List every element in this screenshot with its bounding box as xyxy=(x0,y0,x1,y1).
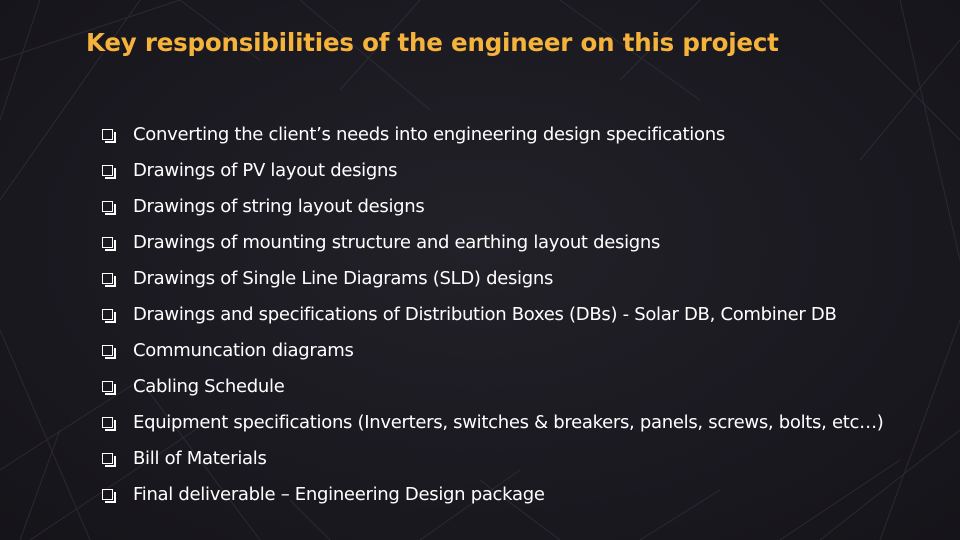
list-item: Drawings of string layout designs xyxy=(100,188,884,224)
square-checkbox-bullet-icon xyxy=(102,380,116,395)
list-item-text: Equipment specifications (Inverters, swi… xyxy=(133,411,884,433)
list-item-text: Drawings of mounting structure and earth… xyxy=(133,231,661,253)
list-item-text: Communcation diagrams xyxy=(133,339,354,361)
slide-title: Key responsibilities of the engineer on … xyxy=(86,28,779,57)
list-item: Drawings and specifications of Distribut… xyxy=(100,296,884,332)
responsibility-list: Converting the client’s needs into engin… xyxy=(100,116,884,512)
list-item: Final deliverable – Engineering Design p… xyxy=(100,476,884,512)
square-checkbox-bullet-icon xyxy=(102,272,116,287)
list-item-text: Drawings of PV layout designs xyxy=(133,159,398,181)
list-item: Converting the client’s needs into engin… xyxy=(100,116,884,152)
list-item: Equipment specifications (Inverters, swi… xyxy=(100,404,884,440)
list-item: Drawings of PV layout designs xyxy=(100,152,884,188)
list-item-text: Bill of Materials xyxy=(133,447,267,469)
square-checkbox-bullet-icon xyxy=(102,128,116,143)
list-item-text: Drawings and specifications of Distribut… xyxy=(133,303,837,325)
square-checkbox-bullet-icon xyxy=(102,416,116,431)
list-item: Cabling Schedule xyxy=(100,368,884,404)
list-item-text: Drawings of string layout designs xyxy=(133,195,425,217)
list-item: Drawings of Single Line Diagrams (SLD) d… xyxy=(100,260,884,296)
square-checkbox-bullet-icon xyxy=(102,344,116,359)
square-checkbox-bullet-icon xyxy=(102,164,116,179)
list-item-text: Cabling Schedule xyxy=(133,375,285,397)
square-checkbox-bullet-icon xyxy=(102,236,116,251)
list-item-text: Converting the client’s needs into engin… xyxy=(133,123,725,145)
list-item: Communcation diagrams xyxy=(100,332,884,368)
list-item: Bill of Materials xyxy=(100,440,884,476)
square-checkbox-bullet-icon xyxy=(102,308,116,323)
list-item-text: Final deliverable – Engineering Design p… xyxy=(133,483,545,505)
list-item: Drawings of mounting structure and earth… xyxy=(100,224,884,260)
slide: Key responsibilities of the engineer on … xyxy=(0,0,960,540)
list-item-text: Drawings of Single Line Diagrams (SLD) d… xyxy=(133,267,554,289)
square-checkbox-bullet-icon xyxy=(102,452,116,467)
square-checkbox-bullet-icon xyxy=(102,488,116,503)
square-checkbox-bullet-icon xyxy=(102,200,116,215)
